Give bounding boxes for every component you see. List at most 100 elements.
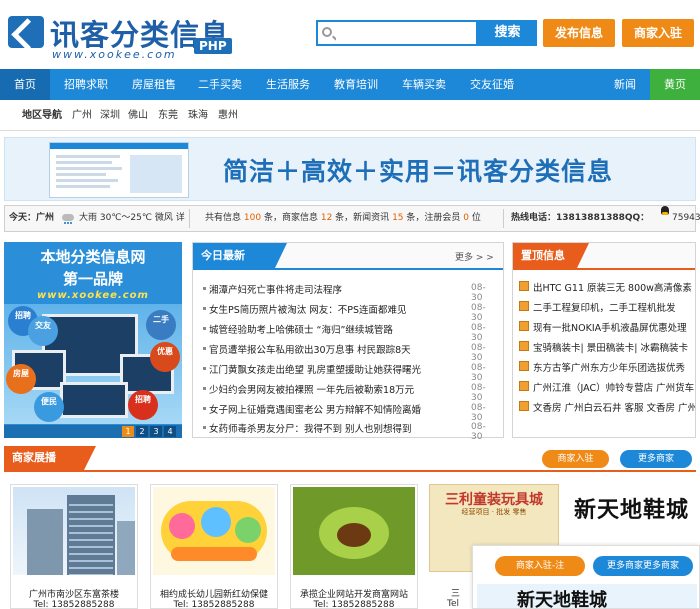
top-info-item[interactable]: 文香房 广州白云石井 客服 文香房 广州 bbox=[519, 397, 695, 417]
nav-item-secondhand[interactable]: 二手买卖 bbox=[188, 69, 252, 100]
news-row[interactable]: 女生PS简历照片被淘汰 网友：不PS连面都难见 08-30 bbox=[203, 299, 495, 323]
nav-item-dating[interactable]: 交友征婚 bbox=[460, 69, 524, 100]
top-info-panel: 置顶信息 出HTC G11 原装三无 800w高清像素 二手工程复印机，二手工程… bbox=[512, 242, 696, 438]
news-title[interactable]: 官员遭举报公车私用欲出30万息事 村民跟踪8天 bbox=[209, 342, 449, 356]
news-date: 08-30 bbox=[471, 422, 486, 442]
more-merchants-button[interactable]: 更多商家 bbox=[620, 450, 692, 468]
nav-item-yellow-pages[interactable]: 黄页 bbox=[650, 69, 700, 100]
member-count: 0 bbox=[463, 213, 470, 223]
promo-bubble: 优惠 bbox=[150, 342, 180, 372]
floating-merchant-panel: 商家入驻-注 更多商家更多商家 新天地鞋城 bbox=[472, 545, 700, 609]
latest-news-more-link[interactable]: 更多 > > bbox=[455, 250, 494, 263]
shop-sign-text: 三利童装玩具城 bbox=[445, 492, 543, 508]
promo-banner[interactable]: 简洁＋高效＋实用＝讯客分类信息 bbox=[4, 137, 696, 201]
latest-news-title: 今日最新 bbox=[193, 243, 287, 268]
news-row[interactable]: 少妇约会男网友被拍裸照 一年先后被勒索18万元 08-30 bbox=[203, 379, 495, 403]
news-row[interactable]: 女子网上征婚竟遇闺蜜老公 男方辩解不知情险离婚 08-30 bbox=[203, 399, 495, 423]
news-row[interactable]: 江门黄飘女孩走出绝望 乳房重塑援助让她获得曙光 08-30 bbox=[203, 359, 495, 383]
news-row[interactable]: 官员遭举报公车私用欲出30万息事 村民跟踪8天 08-30 bbox=[203, 339, 495, 363]
banner-slogan: 简洁＋高效＋实用＝讯客分类信息 bbox=[223, 157, 614, 186]
promo-url: www.xookee.com bbox=[37, 290, 149, 301]
nav-item-jobs[interactable]: 招聘求职 bbox=[54, 69, 118, 100]
search-box bbox=[316, 20, 478, 46]
merchant-join-button-small[interactable]: 商家入驻 bbox=[542, 450, 609, 468]
top-info-title: 置顶信息 bbox=[513, 243, 589, 268]
merchant-join-button[interactable]: 商家入驻 bbox=[622, 19, 694, 47]
info-bar: 今天：广州 大雨 30℃～25℃ 微风 详 共有信息 100 条，商家信息 12… bbox=[4, 205, 700, 232]
news-title[interactable]: 城管经验助考上哈佛硕士 “海归”继续城管路 bbox=[209, 322, 449, 336]
merchant-count: 12 bbox=[320, 213, 333, 223]
region-city-zhuhai[interactable]: 珠海 bbox=[188, 100, 208, 131]
top-info-item[interactable]: 广州江淮（JAC）帅铃专营店 广州货车 bbox=[519, 377, 695, 397]
pager-dot[interactable]: 2 bbox=[136, 426, 148, 437]
top-info-item[interactable]: 现有一批NOKIA手机液晶屏优惠处理 bbox=[519, 317, 695, 337]
promo-bubble: 房屋 bbox=[6, 364, 36, 394]
promo-bubble: 便民 bbox=[34, 392, 64, 422]
merchant-tel: Tel bbox=[447, 599, 460, 609]
nav-item-home[interactable]: 首页 bbox=[0, 69, 50, 100]
float-more-button[interactable]: 更多商家更多商家 bbox=[593, 556, 693, 576]
pin-icon bbox=[519, 341, 529, 351]
region-city-huizhou[interactable]: 惠州 bbox=[218, 100, 238, 131]
post-info-button[interactable]: 发布信息 bbox=[543, 19, 615, 47]
news-title[interactable]: 女生PS简历照片被淘汰 网友：不PS连面都难见 bbox=[209, 302, 449, 316]
region-nav: 地区导航 广州 深圳 佛山 东莞 珠海 惠州 bbox=[0, 100, 700, 131]
merchant-card[interactable]: 广州市南沙区东富茶楼 Tel: 13852885288 bbox=[10, 484, 138, 609]
region-city-foshan[interactable]: 佛山 bbox=[128, 100, 148, 131]
merchant-name: 相约成长幼儿园新红幼保健 bbox=[159, 590, 268, 600]
region-city-shenzhen[interactable]: 深圳 bbox=[100, 100, 120, 131]
site-logo[interactable]: 讯客分类信息 www.xookee.com PHP bbox=[8, 12, 233, 61]
merchant-card[interactable]: 相约成长幼儿园新红幼保健 Tel: 13852885288 bbox=[150, 484, 278, 609]
nav-item-news[interactable]: 新闻 bbox=[602, 69, 648, 100]
news-title[interactable]: 江门黄飘女孩走出绝望 乳房重塑援助让她获得曙光 bbox=[209, 362, 449, 376]
top-info-header: 置顶信息 bbox=[513, 243, 695, 270]
nav-item-vehicles[interactable]: 车辆买卖 bbox=[392, 69, 456, 100]
slideshow-pager: 1 2 3 4 bbox=[4, 425, 182, 438]
news-row[interactable]: 女药师毒杀男友分尸：我得不到 别人也别想得到 08-30 bbox=[203, 418, 495, 442]
top-info-item[interactable]: 二手工程复印机，二手工程机批发 bbox=[519, 297, 695, 317]
merchant-name: 三 bbox=[451, 589, 461, 599]
pager-dot[interactable]: 3 bbox=[150, 426, 162, 437]
pin-icon bbox=[519, 301, 529, 311]
merchant-image bbox=[293, 487, 415, 575]
merchant-tel: Tel: 13852885288 bbox=[173, 600, 255, 609]
region-city-guangzhou[interactable]: 广州 bbox=[72, 100, 92, 131]
merchant-card[interactable]: 承揽企业网站开发商富网站 Tel: 13852885288 bbox=[290, 484, 418, 609]
nav-item-life-services[interactable]: 生活服务 bbox=[256, 69, 320, 100]
news-title[interactable]: 女子网上征婚竟遇闺蜜老公 男方辩解不知情险离婚 bbox=[209, 402, 449, 416]
news-row[interactable]: 城管经验助考上哈佛硕士 “海归”继续城管路 08-30 bbox=[203, 319, 495, 343]
shop-sign-text: 新天地鞋城 bbox=[573, 498, 689, 523]
search-input[interactable] bbox=[336, 22, 476, 44]
news-title[interactable]: 女药师毒杀男友分尸：我得不到 别人也别想得到 bbox=[209, 421, 449, 435]
promo-slideshow[interactable]: 本地分类信息网 第一品牌 www.xookee.com 招聘 交友 二手 房屋 … bbox=[4, 242, 182, 438]
logo-badge: PHP bbox=[194, 38, 232, 54]
promo-bubble: 交友 bbox=[28, 316, 58, 346]
merchant-name: 承揽企业网站开发商富网站 bbox=[299, 590, 408, 600]
top-info-item[interactable]: 东方古筝广州东方少年乐团选拔优秀 bbox=[519, 357, 695, 377]
search-icon bbox=[322, 27, 332, 37]
rain-icon bbox=[61, 212, 75, 224]
info-count: 100 bbox=[243, 213, 262, 223]
weather-text[interactable]: 大雨 30℃～25℃ 微风 详 bbox=[79, 206, 185, 231]
latest-news-header: 今日最新 更多 > > bbox=[193, 243, 503, 270]
news-row[interactable]: 湘潭产妇死亡事件将走司法程序 08-30 bbox=[203, 279, 495, 303]
news-title[interactable]: 少妇约会男网友被拍裸照 一年先后被勒索18万元 bbox=[209, 382, 449, 396]
promo-bubble: 招聘 bbox=[128, 390, 158, 420]
logo-domain: www.xookee.com bbox=[52, 48, 177, 61]
search-button[interactable]: 搜索 bbox=[478, 20, 537, 46]
top-info-item[interactable]: 出HTC G11 原装三无 800w高清像素 bbox=[519, 277, 695, 297]
float-join-button[interactable]: 商家入驻-注 bbox=[495, 556, 585, 576]
nav-item-education[interactable]: 教育培训 bbox=[324, 69, 388, 100]
pin-icon bbox=[519, 281, 529, 291]
main-nav: 首页 招聘求职 房屋租售 二手买卖 生活服务 教育培训 车辆买卖 交友征婚 新闻… bbox=[0, 69, 700, 100]
merchant-showcase-title: 商家展播 bbox=[4, 446, 96, 470]
top-info-item[interactable]: 宝骑稿装卡| 景田稿装卡| 冰霸稿装卡 bbox=[519, 337, 695, 357]
region-city-dongguan[interactable]: 东莞 bbox=[158, 100, 178, 131]
pager-dot[interactable]: 4 bbox=[164, 426, 176, 437]
hotline: 热线电话：13813881388QQ： bbox=[511, 213, 650, 223]
nav-item-housing[interactable]: 房屋租售 bbox=[122, 69, 186, 100]
news-title[interactable]: 湘潭产妇死亡事件将走司法程序 bbox=[209, 282, 449, 296]
qq-number: 75943938 bbox=[672, 213, 700, 223]
qq-icon bbox=[660, 206, 670, 218]
pager-dot[interactable]: 1 bbox=[122, 426, 134, 437]
